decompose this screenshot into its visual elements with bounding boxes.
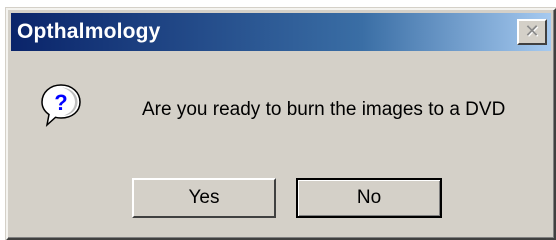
no-button[interactable]: No (296, 178, 442, 218)
no-button-label: No (356, 187, 382, 208)
yes-button[interactable]: Yes (132, 178, 276, 218)
question-icon: ? (41, 84, 81, 128)
dialog-message: Are you ready to burn the images to a DV… (142, 99, 506, 120)
screen: Opthalmology ✕ ? Are you ready to burn t… (0, 0, 556, 240)
message-dialog: Opthalmology ✕ ? Are you ready to burn t… (6, 8, 556, 240)
close-button[interactable]: ✕ (517, 19, 547, 45)
svg-text:?: ? (54, 90, 67, 115)
dialog-title: Opthalmology (17, 20, 161, 43)
close-icon: ✕ (524, 21, 540, 42)
yes-button-label: Yes (188, 187, 220, 208)
title-bar[interactable]: Opthalmology ✕ (11, 13, 551, 51)
